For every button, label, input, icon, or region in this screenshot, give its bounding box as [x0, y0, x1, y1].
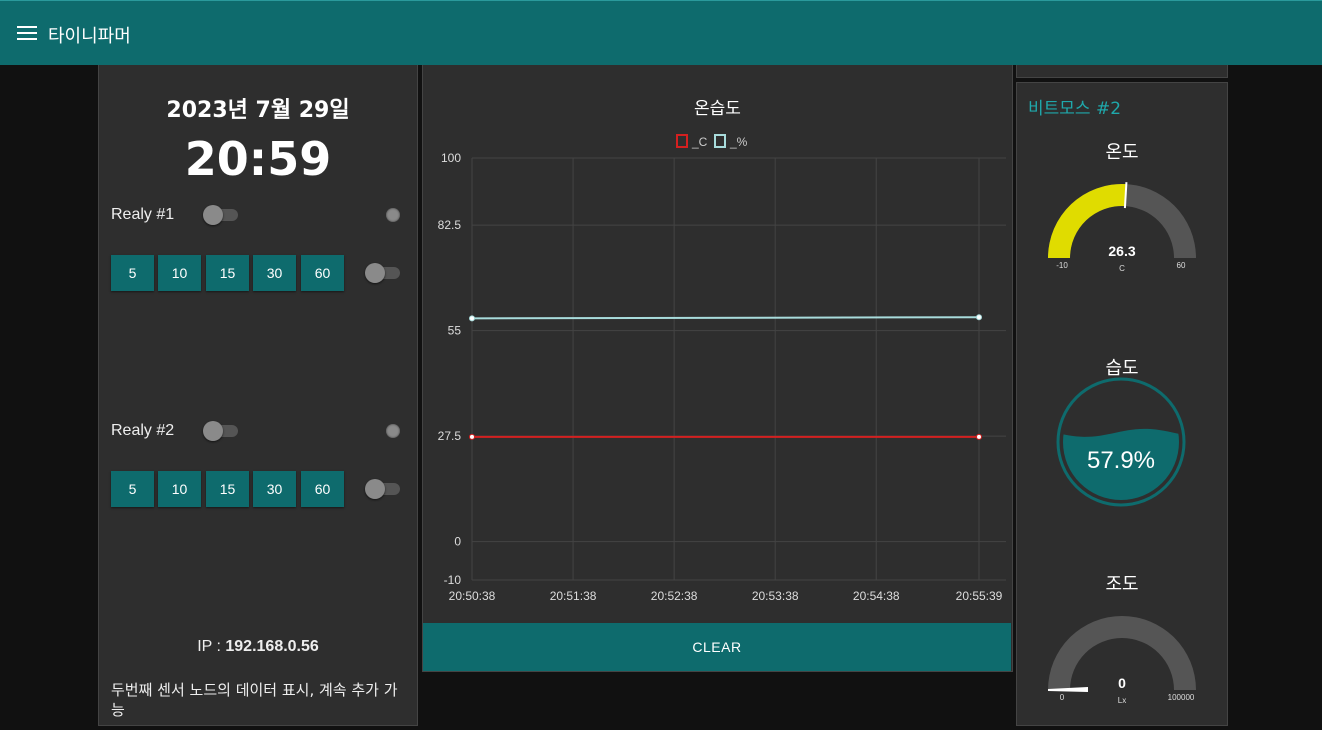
ip-prefix: IP : — [197, 638, 226, 655]
relay-1-switch[interactable] — [203, 205, 238, 225]
clear-chart-button[interactable]: CLEAR — [423, 623, 1011, 671]
top-app-bar: 타이니파머 — [0, 0, 1322, 65]
relay-2-timer-15-button[interactable]: 15 — [206, 471, 249, 507]
chart-y-tick-label: 100 — [441, 151, 461, 165]
previous-panel-edge — [1016, 65, 1228, 78]
relay-2-timer-5-button[interactable]: 5 — [111, 471, 154, 507]
legend-swatch-1 — [714, 134, 726, 148]
light-unit: Lx — [1118, 696, 1126, 705]
relay-2-label: Realy #2 — [111, 422, 175, 439]
app-title: 타이니파머 — [48, 26, 131, 47]
temperature-gauge: 26.3 C -10 60 — [1048, 182, 1196, 273]
relay-1-timer-60-button[interactable]: 60 — [301, 255, 344, 291]
relay-2-switch[interactable] — [203, 421, 238, 441]
legend-label-1: _% — [729, 135, 748, 149]
info-note: 두번째 센서 노드의 데이터 표시, 계속 추가 가능 — [111, 681, 398, 719]
relay-2-timer-30-button[interactable]: 30 — [253, 471, 296, 507]
relay-1-timer-10-button[interactable]: 10 — [158, 255, 201, 291]
light-gauge-title: 조도 — [1105, 574, 1139, 595]
ip-value: 192.168.0.56 — [225, 638, 319, 655]
relay-1-status-led — [386, 208, 400, 222]
chart-y-tick-label: 27.5 — [438, 429, 462, 443]
ip-address: IP : 192.168.0.56 — [98, 638, 418, 656]
chart-title: 온습도 — [694, 99, 741, 119]
relay-1-label: Realy #1 — [111, 206, 175, 223]
chart-y-tick-label: -10 — [444, 573, 462, 587]
chart-x-tick-label: 20:52:38 — [651, 589, 698, 603]
time-display: 20:59 — [184, 132, 332, 186]
relay-1-timer-5-button[interactable]: 5 — [111, 255, 154, 291]
light-gauge: 0 Lx 0 100000 — [1048, 616, 1196, 705]
relay-2-status-led — [386, 424, 400, 438]
series-point-0 — [976, 433, 982, 440]
legend-label-0: _C — [691, 135, 708, 149]
humidity-gauge: 57.9% — [1056, 377, 1186, 507]
date-display: 2023년 7월 29일 — [166, 98, 350, 123]
hamburger-menu-icon[interactable] — [17, 26, 37, 42]
relay-1-timer-15-button[interactable]: 15 — [206, 255, 249, 291]
series-point-0 — [469, 433, 475, 440]
humidity-value: 57.9% — [1087, 447, 1155, 474]
temperature-unit: C — [1119, 264, 1125, 273]
light-max: 100000 — [1168, 693, 1195, 702]
temperature-min: -10 — [1056, 261, 1068, 270]
relay-2-timer-10-button[interactable]: 10 — [158, 471, 201, 507]
series-point-1 — [976, 314, 982, 321]
temperature-humidity-chart: 100 82.5 55 27.5 0 -10 20:50:38 20:51:38 20:52:3… — [438, 134, 1006, 603]
relay-2-timer-60-button[interactable]: 60 — [301, 471, 344, 507]
chart-x-tick-label: 20:54:38 — [853, 589, 900, 603]
series-point-1 — [469, 315, 475, 322]
temperature-value: 26.3 — [1108, 243, 1135, 259]
temperature-max: 60 — [1177, 261, 1186, 270]
relay-1-timer-switch[interactable] — [365, 263, 400, 283]
chart-x-tick-label: 20:50:38 — [449, 589, 496, 603]
sensor-section-title: 비트모스 #2 — [1028, 99, 1122, 119]
chart-y-tick-label: 82.5 — [438, 218, 462, 232]
temperature-gauge-title: 온도 — [1105, 142, 1139, 163]
light-value: 0 — [1118, 675, 1126, 691]
light-min: 0 — [1060, 693, 1065, 702]
legend-swatch-0 — [676, 134, 688, 148]
chart-x-tick-label: 20:53:38 — [752, 589, 799, 603]
relay-2-timer-switch[interactable] — [365, 479, 400, 499]
chart-x-tick-label: 20:55:39 — [956, 589, 1003, 603]
chart-x-tick-label: 20:51:38 — [550, 589, 597, 603]
chart-y-tick-label: 0 — [454, 535, 461, 549]
relay-1-timer-30-button[interactable]: 30 — [253, 255, 296, 291]
series-line-1 — [471, 316, 980, 320]
chart-y-tick-label: 55 — [448, 324, 462, 338]
